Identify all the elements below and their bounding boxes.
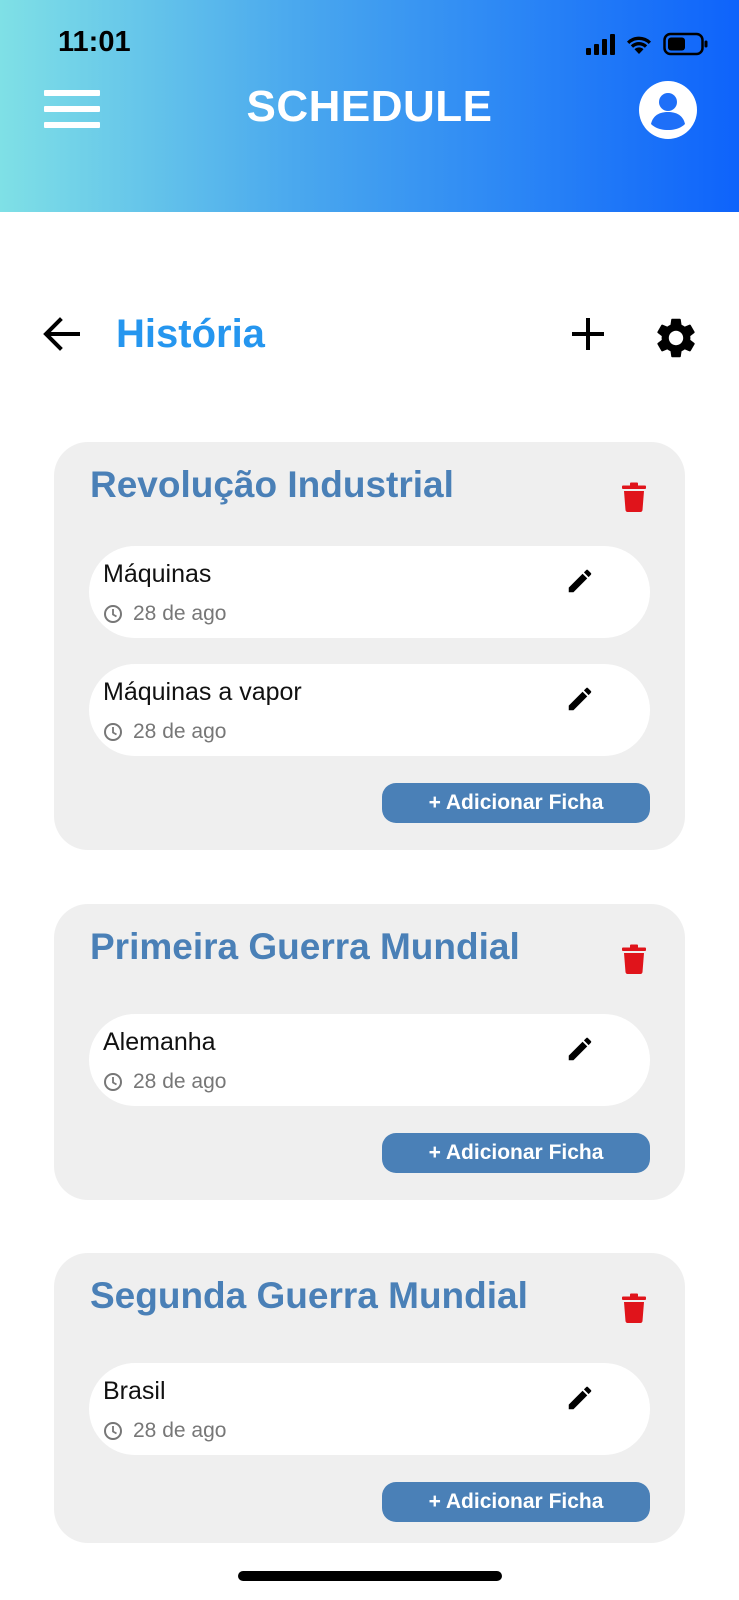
card-date: 28 de ago: [103, 1070, 226, 1094]
deck-title: Primeira Guerra Mundial: [90, 926, 520, 967]
wifi-icon: [627, 36, 651, 54]
clock-icon: [104, 1422, 122, 1440]
trash-icon[interactable]: [620, 1293, 648, 1323]
card-date-text: 28 de ago: [133, 602, 227, 625]
plus-icon[interactable]: [568, 314, 608, 354]
card-title: Máquinas: [103, 560, 212, 588]
deck-primeira-guerra-mundial: Primeira Guerra Mundial Alemanha 28 de a…: [54, 904, 685, 1200]
pencil-icon[interactable]: [565, 1383, 595, 1413]
pencil-icon[interactable]: [565, 684, 595, 714]
trash-icon[interactable]: [620, 482, 648, 512]
add-card-button[interactable]: + Adicionar Ficha: [382, 783, 650, 823]
gear-icon[interactable]: [652, 314, 700, 362]
home-indicator: [238, 1571, 502, 1581]
battery-icon: [663, 32, 708, 56]
card-maquinas-a-vapor[interactable]: Máquinas a vapor 28 de ago: [89, 664, 650, 756]
card-alemanha[interactable]: Alemanha 28 de ago: [89, 1014, 650, 1106]
card-date-text: 28 de ago: [133, 720, 227, 743]
add-card-button[interactable]: + Adicionar Ficha: [382, 1133, 650, 1173]
deck-title: Segunda Guerra Mundial: [90, 1275, 528, 1316]
clock-icon: [104, 723, 122, 741]
card-maquinas[interactable]: Máquinas 28 de ago: [89, 546, 650, 638]
deck-revolucao-industrial: Revolução Industrial Máquinas 28 de ago …: [54, 442, 685, 850]
card-date-text: 28 de ago: [133, 1419, 227, 1442]
card-date: 28 de ago: [103, 602, 226, 626]
clock-icon: [104, 1073, 122, 1091]
arrow-left-icon[interactable]: [40, 312, 84, 356]
cellular-signal-icon: [586, 33, 615, 55]
card-title: Brasil: [103, 1377, 166, 1405]
card-date: 28 de ago: [103, 720, 226, 744]
card-brasil[interactable]: Brasil 28 de ago: [89, 1363, 650, 1455]
card-date-text: 28 de ago: [133, 1070, 227, 1093]
pencil-icon[interactable]: [565, 1034, 595, 1064]
clock-icon: [104, 605, 122, 623]
card-title: Alemanha: [103, 1028, 216, 1056]
trash-icon[interactable]: [620, 944, 648, 974]
app-title: SCHEDULE: [246, 82, 493, 131]
deck-segunda-guerra-mundial: Segunda Guerra Mundial Brasil 28 de ago …: [54, 1253, 685, 1543]
status-icons: [586, 32, 709, 56]
user-circle-icon[interactable]: [638, 80, 698, 140]
deck-title: Revolução Industrial: [90, 464, 454, 505]
status-time: 11:01: [58, 26, 131, 58]
card-title: Máquinas a vapor: [103, 678, 302, 706]
app-header: 11:01 SCHEDULE: [0, 0, 739, 212]
add-card-button[interactable]: + Adicionar Ficha: [382, 1482, 650, 1522]
page-title: História: [116, 312, 265, 356]
card-date: 28 de ago: [103, 1419, 226, 1443]
pencil-icon[interactable]: [565, 566, 595, 596]
